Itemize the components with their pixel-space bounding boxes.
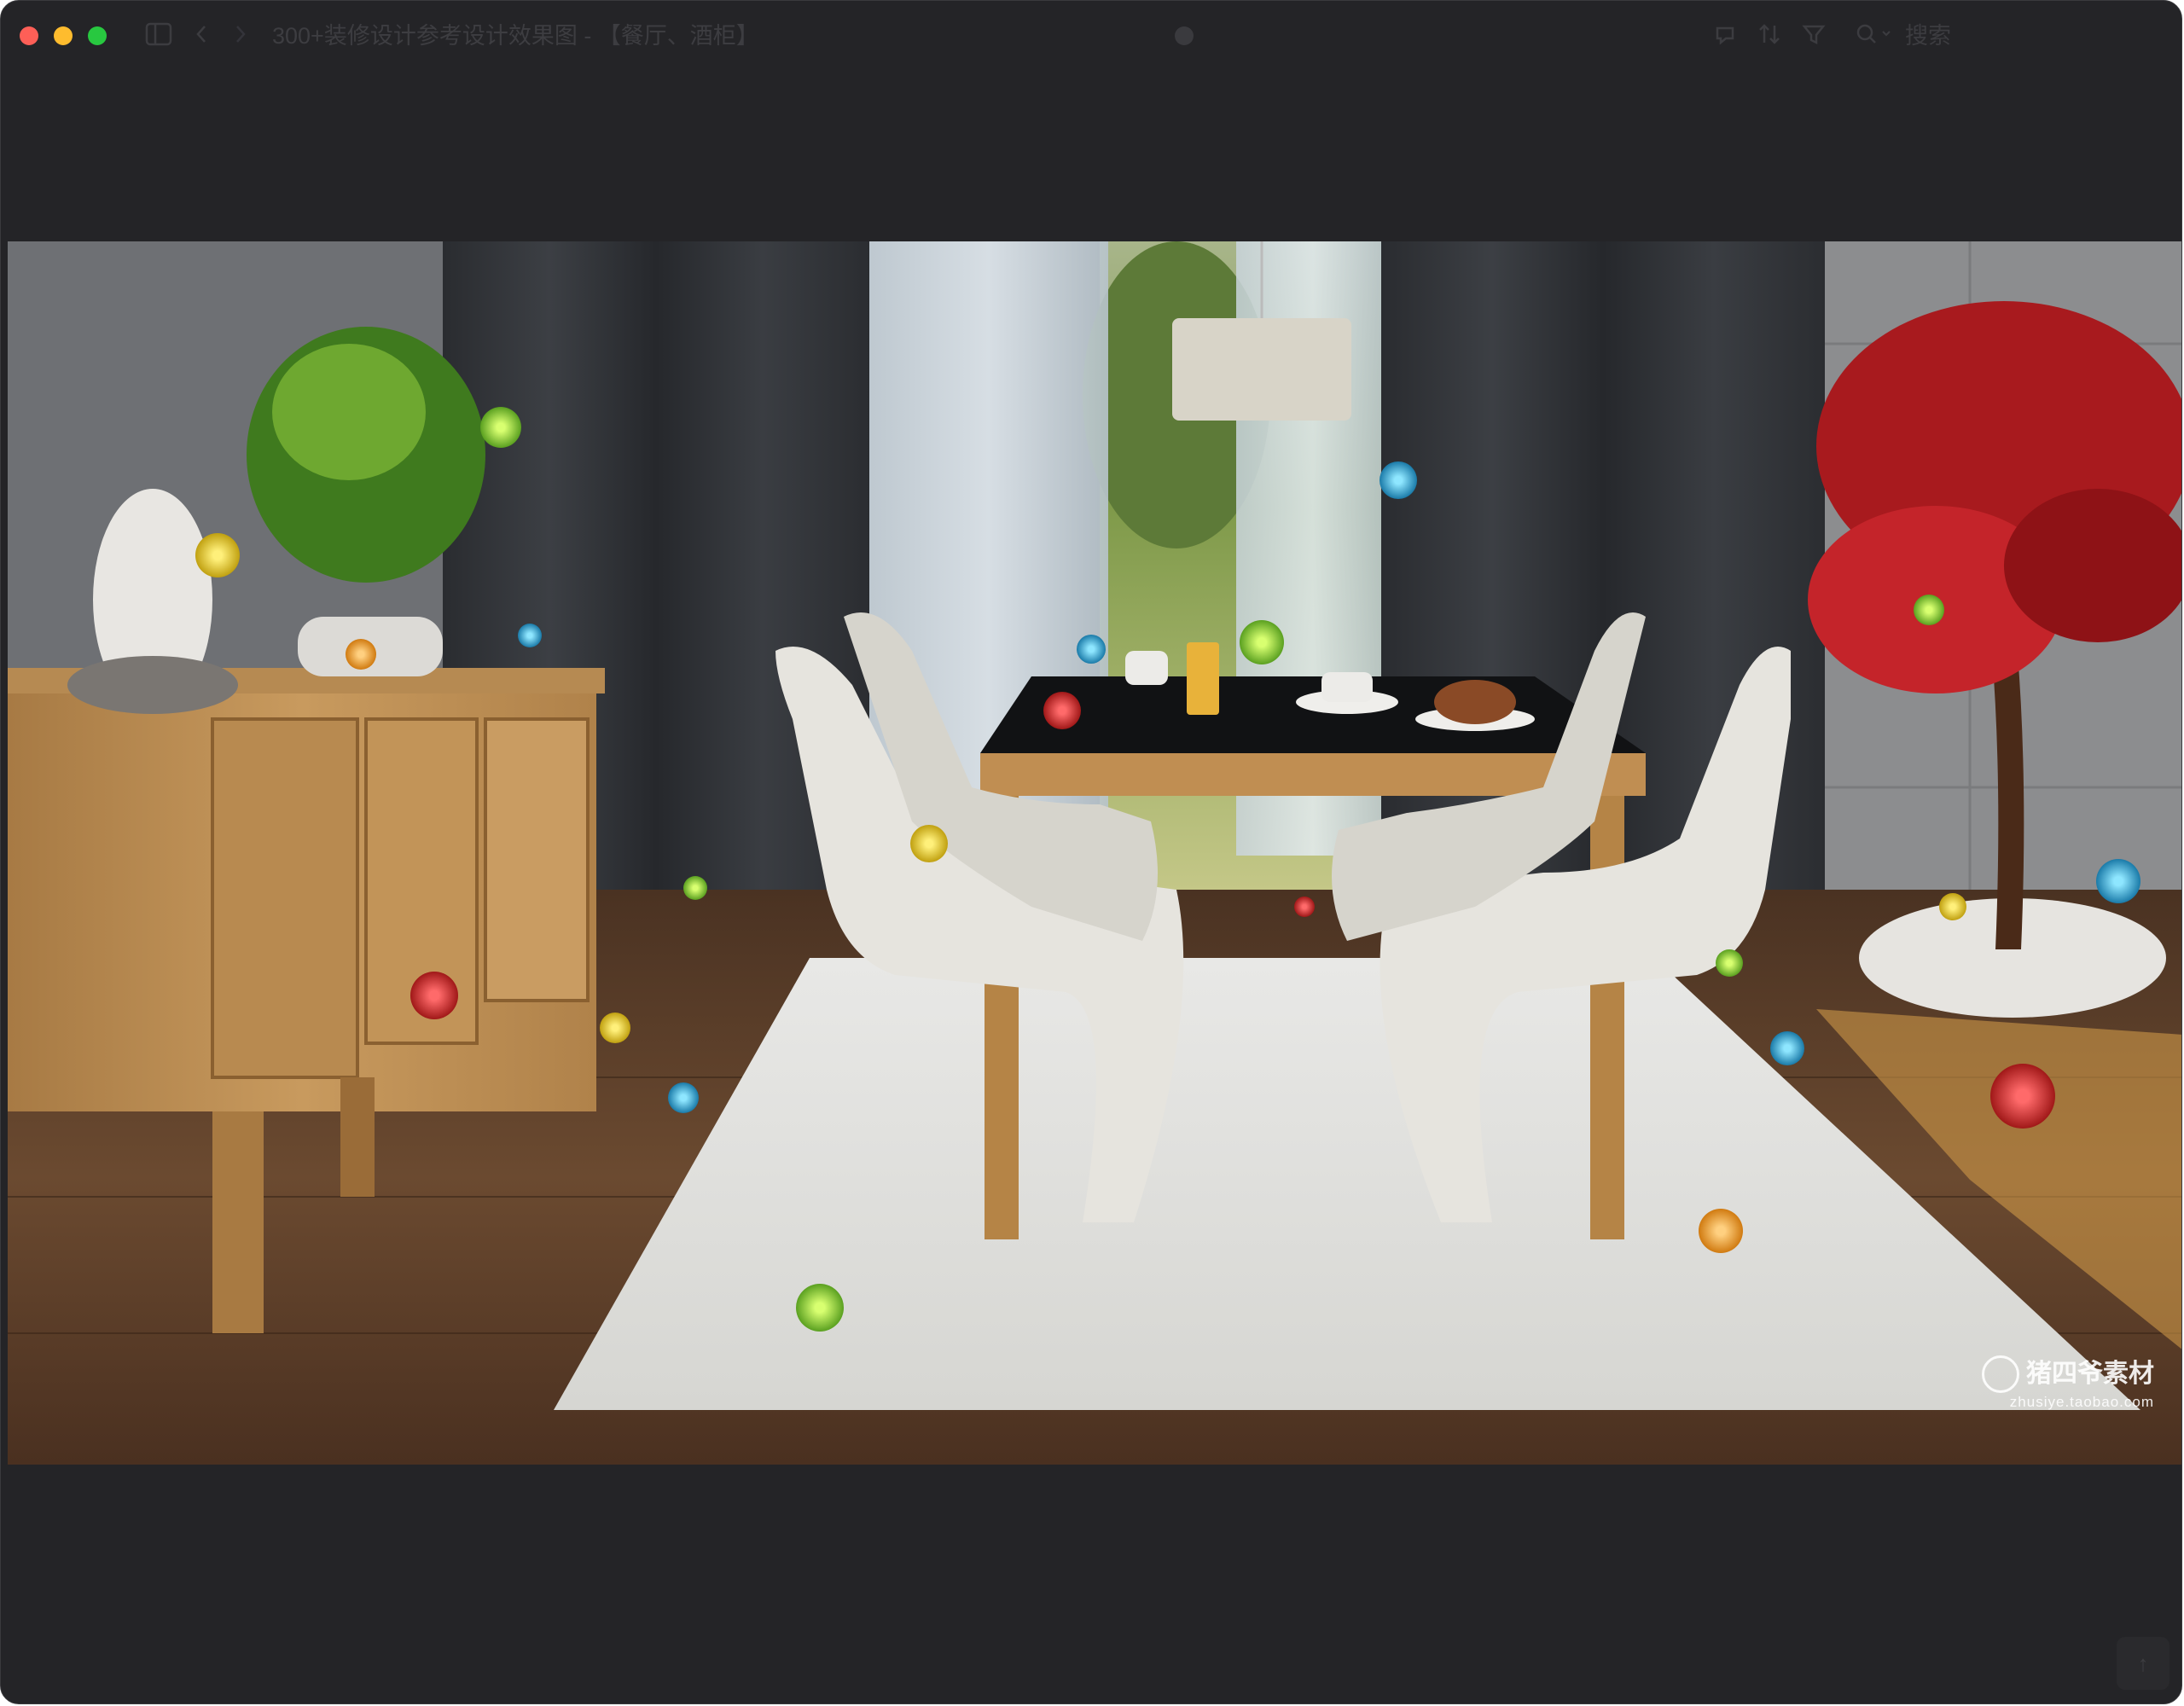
window-title: 300+装修设计参考设计效果图 - 【餐厅、酒柜】 — [272, 23, 759, 49]
share-icon[interactable] — [1711, 21, 1740, 50]
watermark: 猪四爷素材 zhusiye.taobao.com — [1982, 1355, 2154, 1412]
red-ball — [1043, 692, 1081, 729]
green-ball — [1914, 595, 1944, 625]
viewer-window: 300+装修设计参考设计效果图 - 【餐厅、酒柜】 搜索 猪四爷素材 zhusi… — [0, 0, 2182, 1704]
blue-ball — [518, 624, 542, 647]
green-ball — [480, 407, 521, 448]
green-ball — [1716, 949, 1743, 977]
pig-logo-icon — [1982, 1355, 2019, 1393]
chevron-left-icon[interactable] — [190, 21, 212, 50]
maximize-window-button[interactable] — [88, 26, 107, 45]
status-dot-icon — [1175, 26, 1194, 45]
orange-ball — [1699, 1209, 1743, 1253]
watermark-brand: 猪四爷素材 — [2026, 1360, 2154, 1388]
dining-room-illustration — [8, 241, 2181, 1465]
red-ball — [1294, 897, 1315, 917]
red-ball — [410, 972, 458, 1019]
close-window-button[interactable] — [20, 26, 38, 45]
blue-ball — [2096, 859, 2140, 903]
juice-glass — [1187, 642, 1219, 715]
pastry — [1434, 680, 1516, 724]
chevron-right-icon[interactable] — [229, 21, 252, 50]
yellow-ball — [600, 1013, 630, 1043]
sidebar-toggle-icon[interactable] — [142, 21, 175, 50]
green-ball — [796, 1284, 844, 1332]
search-input[interactable]: 搜索 — [1905, 21, 1951, 50]
green-ball — [683, 876, 707, 900]
search-icon[interactable] — [1852, 21, 1900, 50]
sort-icon[interactable] — [1755, 21, 1784, 50]
arrow-up-icon: ↑ — [2137, 1651, 2149, 1676]
yellow-ball — [910, 825, 948, 862]
pendant-lamp — [1172, 318, 1351, 421]
scroll-to-top-button[interactable]: ↑ — [2117, 1637, 2169, 1690]
yellow-ball — [1939, 893, 1966, 920]
dining-room-image: 猪四爷素材 zhusiye.taobao.com — [8, 241, 2181, 1465]
blue-ball — [1380, 461, 1417, 499]
green-ball — [1240, 620, 1284, 664]
red-ball — [1990, 1064, 2055, 1129]
minimize-window-button[interactable] — [54, 26, 73, 45]
filter-icon[interactable] — [1799, 21, 1828, 50]
title-bar: 300+装修设计参考设计效果图 - 【餐厅、酒柜】 搜索 — [1, 1, 2181, 73]
blue-ball — [1077, 635, 1106, 664]
watermark-url: zhusiye.taobao.com — [2009, 1394, 2154, 1410]
yellow-ball — [195, 533, 240, 577]
blue-ball — [668, 1082, 699, 1113]
blue-ball — [1770, 1031, 1804, 1065]
orange-ball — [346, 639, 376, 670]
bowl — [67, 656, 238, 714]
